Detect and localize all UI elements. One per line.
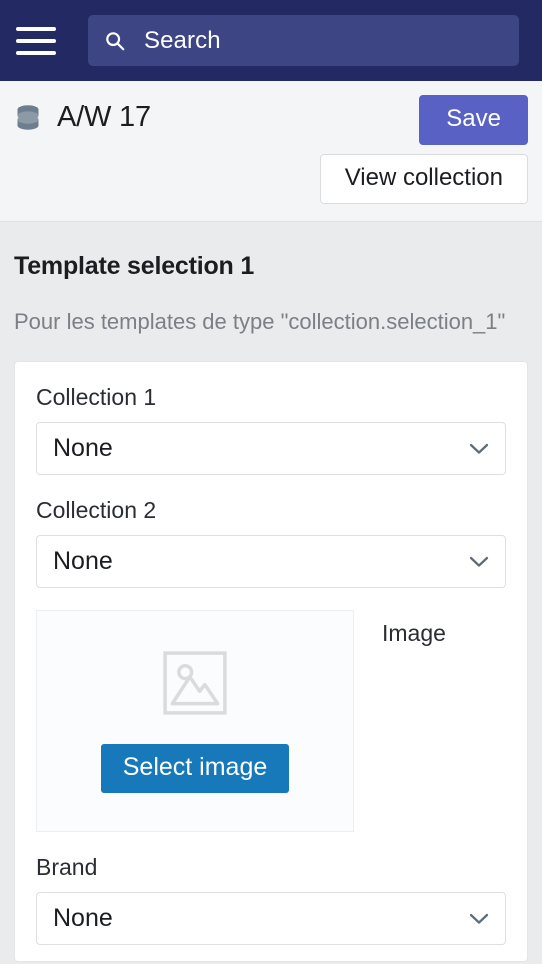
hamburger-menu-icon[interactable] bbox=[16, 25, 56, 57]
field-collection-2: Collection 2 None bbox=[36, 497, 506, 588]
field-label-collection-2: Collection 2 bbox=[36, 497, 157, 523]
hamburger-bar bbox=[16, 26, 56, 31]
select-image-button[interactable]: Select image bbox=[100, 743, 290, 793]
hamburger-bar bbox=[16, 38, 56, 43]
image-dropzone[interactable]: Select image bbox=[36, 610, 354, 832]
chevron-down-icon bbox=[469, 556, 489, 567]
chevron-down-icon bbox=[469, 443, 489, 454]
section-title: Template selection 1 bbox=[14, 252, 255, 280]
field-label-brand: Brand bbox=[36, 854, 98, 880]
template-form-card: Collection 1 None Collection 2 None Sele… bbox=[14, 361, 528, 962]
select-value-collection-1: None bbox=[53, 434, 113, 462]
page-title-group: A/W 17 bbox=[14, 95, 151, 134]
chevron-down-icon bbox=[469, 913, 489, 924]
view-collection-button[interactable]: View collection bbox=[319, 154, 528, 204]
section-subtitle: Pour les templates de type "collection.s… bbox=[14, 309, 506, 334]
select-value-brand: None bbox=[53, 904, 113, 932]
select-value-collection-2: None bbox=[53, 547, 113, 575]
page-header: A/W 17 Save View collection bbox=[0, 81, 542, 222]
database-icon bbox=[17, 104, 39, 130]
field-collection-1: Collection 1 None bbox=[36, 384, 506, 475]
search-icon bbox=[106, 31, 125, 50]
field-image: Select image Image bbox=[36, 610, 506, 832]
select-collection-2[interactable]: None bbox=[36, 535, 506, 588]
top-navigation-bar: Search bbox=[0, 0, 542, 81]
select-brand[interactable]: None bbox=[36, 892, 506, 945]
image-placeholder-icon bbox=[163, 650, 227, 715]
search-input[interactable]: Search bbox=[88, 15, 519, 66]
hamburger-bar bbox=[16, 50, 56, 55]
field-brand: Brand None bbox=[36, 854, 506, 945]
page-title: A/W 17 bbox=[57, 101, 151, 133]
save-button[interactable]: Save bbox=[419, 95, 528, 145]
field-label-collection-1: Collection 1 bbox=[36, 384, 157, 410]
page-header-actions: Save View collection bbox=[319, 95, 528, 204]
main-content: Template selection 1 Pour les templates … bbox=[0, 222, 542, 962]
page-header-row: A/W 17 Save View collection bbox=[14, 95, 528, 204]
search-placeholder-text: Search bbox=[144, 26, 221, 54]
select-collection-1[interactable]: None bbox=[36, 422, 506, 475]
field-label-image: Image bbox=[382, 620, 446, 646]
